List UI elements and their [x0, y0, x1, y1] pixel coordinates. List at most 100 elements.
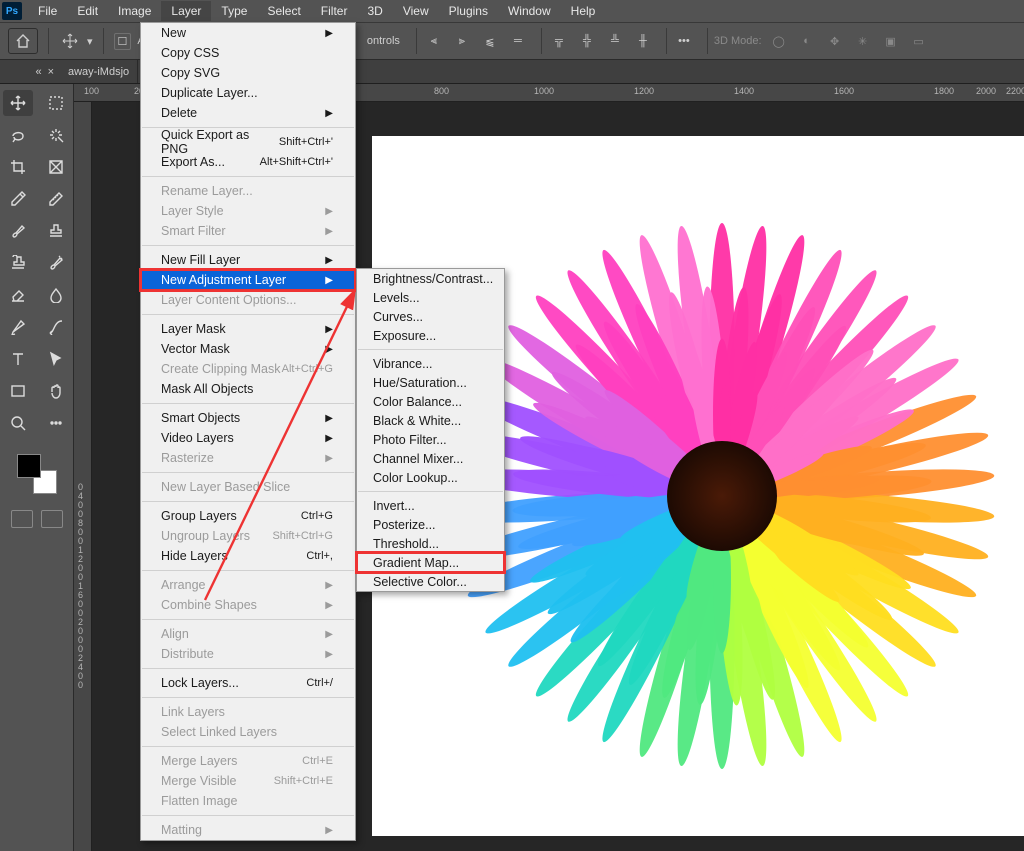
path-tool[interactable]: [41, 314, 71, 340]
submenu-item-channel-mixer[interactable]: Channel Mixer...: [357, 449, 504, 468]
pen-tool[interactable]: [3, 314, 33, 340]
blur-tool[interactable]: [41, 282, 71, 308]
foreground-background-swatch[interactable]: [17, 454, 57, 494]
tab-label: away-iMdsjo: [68, 66, 129, 78]
direct-select-tool[interactable]: [41, 346, 71, 372]
menu-item-copy-css[interactable]: Copy CSS: [141, 43, 355, 63]
menu-item-video-layers[interactable]: Video Layers▶: [141, 428, 355, 448]
eraser-tool[interactable]: [3, 282, 33, 308]
more-options-icon[interactable]: •••: [673, 30, 695, 52]
menu-file[interactable]: File: [28, 1, 67, 21]
magic-wand-tool[interactable]: [41, 122, 71, 148]
menu-item-layer-content-options: Layer Content Options...: [141, 290, 355, 310]
zoom3d-icon[interactable]: ▣: [880, 30, 902, 52]
ruler-tool[interactable]: [41, 186, 71, 212]
align-bottom-icon[interactable]: ╩: [604, 30, 626, 52]
menu-item-matting: Matting▶: [141, 820, 355, 840]
submenu-item-vibrance[interactable]: Vibrance...: [357, 354, 504, 373]
menu-item-new-adjustment-layer[interactable]: New Adjustment Layer▶: [141, 270, 355, 290]
menu-filter[interactable]: Filter: [311, 1, 358, 21]
submenu-item-levels[interactable]: Levels...: [357, 288, 504, 307]
ruler-vertical[interactable]: 04008001200160020002400: [74, 102, 92, 851]
camera-icon[interactable]: ▭: [908, 30, 930, 52]
menu-edit[interactable]: Edit: [67, 1, 108, 21]
pan-icon[interactable]: ✥: [824, 30, 846, 52]
foreground-color-swatch[interactable]: [17, 454, 41, 478]
move-tool-icon[interactable]: [59, 30, 81, 52]
roll-icon[interactable]: ◐: [796, 30, 818, 52]
menu-item-combine-shapes: Combine Shapes▶: [141, 595, 355, 615]
crop-tool[interactable]: [3, 154, 33, 180]
menu-item-quick-export-as-png[interactable]: Quick Export as PNGShift+Ctrl+': [141, 132, 355, 152]
submenu-item-invert[interactable]: Invert...: [357, 496, 504, 515]
submenu-item-photo-filter[interactable]: Photo Filter...: [357, 430, 504, 449]
menubar: Ps FileEditImageLayerTypeSelectFilter3DV…: [0, 0, 1024, 22]
submenu-item-black-white[interactable]: Black & White...: [357, 411, 504, 430]
menu-item-smart-filter: Smart Filter▶: [141, 221, 355, 241]
rectangle-tool[interactable]: [3, 378, 33, 404]
menu-item-smart-objects[interactable]: Smart Objects▶: [141, 408, 355, 428]
align-right-icon[interactable]: ⫹: [479, 30, 501, 52]
align-middle-icon[interactable]: ╬: [576, 30, 598, 52]
tabs-collapse-icon[interactable]: «: [35, 66, 41, 78]
menu-3d[interactable]: 3D: [357, 1, 392, 21]
brush-tool[interactable]: [3, 218, 33, 244]
menu-plugins[interactable]: Plugins: [439, 1, 498, 21]
submenu-item-exposure[interactable]: Exposure...: [357, 326, 504, 345]
slide-icon[interactable]: ✳: [852, 30, 874, 52]
menu-window[interactable]: Window: [498, 1, 561, 21]
stamp-tool[interactable]: [41, 218, 71, 244]
menu-item-arrange: Arrange▶: [141, 575, 355, 595]
menu-item-hide-layers[interactable]: Hide LayersCtrl+,: [141, 546, 355, 566]
menu-item-flatten-image: Flatten Image: [141, 791, 355, 811]
submenu-item-curves[interactable]: Curves...: [357, 307, 504, 326]
menu-item-new[interactable]: New▶: [141, 23, 355, 43]
align-top-icon[interactable]: ╦: [548, 30, 570, 52]
align-left-icon[interactable]: ⫷: [423, 30, 445, 52]
menu-layer[interactable]: Layer: [161, 1, 211, 21]
menu-item-lock-layers[interactable]: Lock Layers...Ctrl+/: [141, 673, 355, 693]
submenu-item-posterize[interactable]: Posterize...: [357, 515, 504, 534]
submenu-item-brightness-contrast[interactable]: Brightness/Contrast...: [357, 269, 504, 288]
zoom-tool[interactable]: [3, 410, 33, 436]
menu-item-group-layers[interactable]: Group LayersCtrl+G: [141, 506, 355, 526]
align-spacer-icon[interactable]: ═: [507, 30, 529, 52]
menu-item-duplicate-layer[interactable]: Duplicate Layer...: [141, 83, 355, 103]
menu-item-new-fill-layer[interactable]: New Fill Layer▶: [141, 250, 355, 270]
marquee-tool[interactable]: [41, 90, 71, 116]
frame-tool[interactable]: [41, 154, 71, 180]
menu-item-layer-mask[interactable]: Layer Mask▶: [141, 319, 355, 339]
clone-tool[interactable]: [3, 250, 33, 276]
eyedropper-tool[interactable]: [3, 186, 33, 212]
menu-item-mask-all-objects[interactable]: Mask All Objects: [141, 379, 355, 399]
menu-item-vector-mask[interactable]: Vector Mask▶: [141, 339, 355, 359]
orbit-icon[interactable]: ◯: [768, 30, 790, 52]
document-tab[interactable]: away-iMdsjo: [60, 60, 138, 83]
home-icon[interactable]: [8, 28, 38, 54]
tab-close-icon[interactable]: ×: [48, 66, 54, 78]
move-tool[interactable]: [3, 90, 33, 116]
history-tool[interactable]: [41, 250, 71, 276]
submenu-item-hue-saturation[interactable]: Hue/Saturation...: [357, 373, 504, 392]
menu-view[interactable]: View: [393, 1, 439, 21]
text-tool[interactable]: [3, 346, 33, 372]
submenu-item-selective-color[interactable]: Selective Color...: [357, 572, 504, 591]
menu-help[interactable]: Help: [561, 1, 606, 21]
menu-item-copy-svg[interactable]: Copy SVG: [141, 63, 355, 83]
submenu-item-gradient-map[interactable]: Gradient Map...: [357, 553, 504, 572]
menu-item-export-as[interactable]: Export As...Alt+Shift+Ctrl+': [141, 152, 355, 172]
submenu-item-color-lookup[interactable]: Color Lookup...: [357, 468, 504, 487]
submenu-item-color-balance[interactable]: Color Balance...: [357, 392, 504, 411]
menu-type[interactable]: Type: [211, 1, 257, 21]
quick-mask-icon[interactable]: [11, 510, 33, 528]
distribute-icon[interactable]: ╫: [632, 30, 654, 52]
menu-image[interactable]: Image: [108, 1, 161, 21]
screen-mode-icon[interactable]: [41, 510, 63, 528]
menu-select[interactable]: Select: [257, 1, 310, 21]
submenu-item-threshold[interactable]: Threshold...: [357, 534, 504, 553]
menu-item-delete[interactable]: Delete▶: [141, 103, 355, 123]
align-center-h-icon[interactable]: ⫸: [451, 30, 473, 52]
hand-tool[interactable]: [41, 378, 71, 404]
lasso-tool[interactable]: [3, 122, 33, 148]
more-tool[interactable]: [41, 410, 71, 436]
